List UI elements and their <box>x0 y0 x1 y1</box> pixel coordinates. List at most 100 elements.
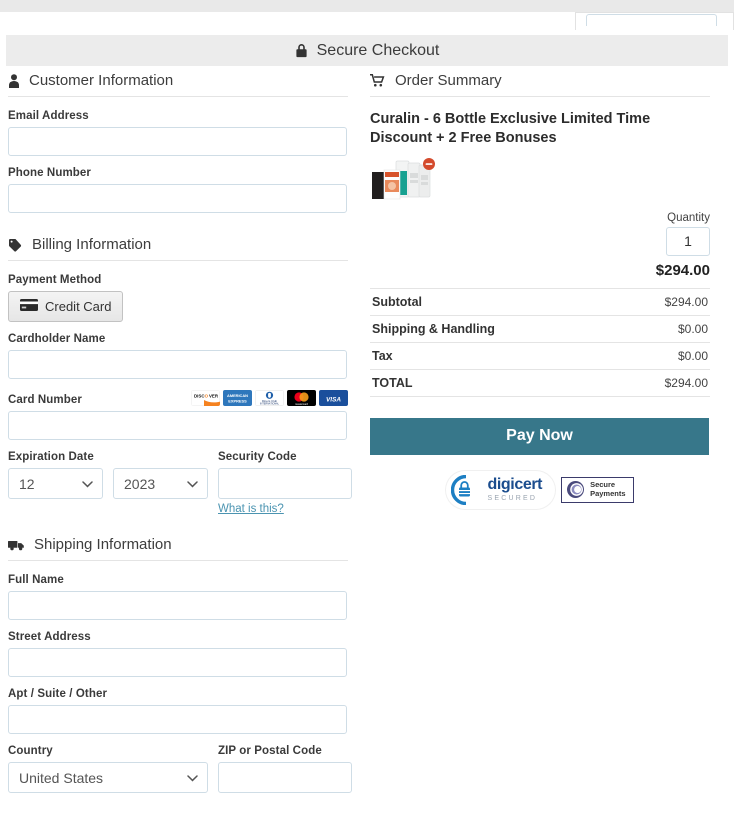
table-row: Shipping & Handling $0.00 <box>370 316 710 343</box>
secure-payments-line2: Payments <box>590 488 626 498</box>
svg-text:O: O <box>205 393 209 398</box>
zip-label: ZIP or Postal Code <box>218 745 322 757</box>
phone-label: Phone Number <box>8 167 91 179</box>
street-address-group: Street Address <box>8 631 348 677</box>
svg-text:AMERICAN: AMERICAN <box>227 393 248 398</box>
zip-group: ZIP or Postal Code <box>218 745 352 793</box>
full-name-group: Full Name <box>8 574 348 620</box>
secure-payments-text: Secure Payments <box>590 480 626 498</box>
credit-card-payment-button[interactable]: Credit Card <box>8 291 124 322</box>
tax-label: Tax <box>372 348 393 363</box>
country-group: Country United States <box>8 745 208 793</box>
checkout-left-column: Customer Information Email Address Phone… <box>8 72 352 793</box>
product-thumbnail <box>370 157 442 202</box>
shipping-information-heading: Shipping Information <box>8 536 348 561</box>
truck-icon <box>8 539 25 551</box>
table-row: Subtotal $294.00 <box>370 289 710 316</box>
diners-club-icon: Diners Club INTERNATIONAL <box>255 390 284 406</box>
full-name-input[interactable] <box>8 591 347 620</box>
visa-icon: VISA <box>319 390 348 406</box>
shipping-handling-value: $0.00 <box>677 321 708 336</box>
exp-month-wrap: 12 <box>8 468 103 499</box>
table-row: TOTAL $294.00 <box>370 370 710 397</box>
svg-text:INTERNATIONAL: INTERNATIONAL <box>260 403 280 406</box>
country-label: Country <box>8 745 53 757</box>
apt-suite-group: Apt / Suite / Other <box>8 688 348 734</box>
secure-payments-badge: Secure Payments <box>561 476 634 503</box>
country-zip-row: Country United States ZIP or Postal Code <box>8 745 352 793</box>
email-field-group: Email Address <box>8 110 348 156</box>
total-value: $294.00 <box>664 375 708 390</box>
security-code-label: Security Code <box>218 451 297 463</box>
cardholder-name-input[interactable] <box>8 350 347 379</box>
street-address-label: Street Address <box>8 631 91 643</box>
payment-method-group: Payment Method Credit Card <box>8 274 348 322</box>
full-name-label: Full Name <box>8 574 64 586</box>
digicert-secured-label: SECURED <box>487 495 538 503</box>
total-label: TOTAL <box>372 375 413 390</box>
svg-text:EXPRESS: EXPRESS <box>228 399 247 404</box>
quantity-block: Quantity $294.00 <box>370 212 710 279</box>
phone-field-group: Phone Number <box>8 167 348 213</box>
expiration-month-select[interactable]: 12 <box>8 468 103 499</box>
svg-text:VER: VER <box>209 393 219 398</box>
discover-icon: DISC O VER <box>191 390 220 406</box>
expiration-date-group: Expiration Date 12 2023 <box>8 451 208 517</box>
quantity-input[interactable] <box>666 226 710 256</box>
email-input[interactable] <box>8 127 347 156</box>
country-wrap: United States <box>8 762 208 793</box>
credit-card-button-label: Credit Card <box>45 299 112 314</box>
exp-year-wrap: 2023 <box>113 468 208 499</box>
lock-icon <box>295 43 308 58</box>
payment-method-label: Payment Method <box>8 274 102 286</box>
expiration-security-row: Expiration Date 12 2023 Security Code Wh… <box>8 451 352 517</box>
zip-input[interactable] <box>218 762 352 793</box>
apt-suite-label: Apt / Suite / Other <box>8 688 108 700</box>
card-number-label: Card Number <box>8 394 82 406</box>
digicert-label: digicert <box>487 476 543 494</box>
cut-off-input-above[interactable] <box>586 14 717 26</box>
order-totals-table: Subtotal $294.00 Shipping & Handling $0.… <box>370 287 710 397</box>
card-number-header-row: Card Number DISC O VER AMERICAN EXPRESS <box>8 390 348 406</box>
expiration-date-label: Expiration Date <box>8 451 94 463</box>
shipping-handling-label: Shipping & Handling <box>372 321 495 336</box>
apt-suite-input[interactable] <box>8 705 347 734</box>
expiration-year-select[interactable]: 2023 <box>113 468 208 499</box>
accepted-card-brands: DISC O VER AMERICAN EXPRESS Diners Club <box>191 390 348 406</box>
secure-checkout-header: Secure Checkout <box>6 35 728 66</box>
checkout-right-column: Order Summary Curalin - 6 Bottle Exclusi… <box>370 72 710 509</box>
user-icon <box>8 73 20 88</box>
shopping-cart-icon <box>370 74 386 87</box>
order-summary-label: Order Summary <box>395 72 502 89</box>
page-top-divider <box>0 0 734 12</box>
checkout-page: Secure Checkout Customer Information Ema… <box>0 0 734 837</box>
country-select[interactable]: United States <box>8 762 208 793</box>
table-row: Tax $0.00 <box>370 343 710 370</box>
cardholder-name-group: Cardholder Name <box>8 333 348 379</box>
pay-now-button[interactable]: Pay Now <box>370 417 709 455</box>
secure-checkout-title: Secure Checkout <box>316 41 440 59</box>
tag-icon <box>8 238 23 252</box>
street-address-input[interactable] <box>8 648 347 677</box>
trust-badges: digicert SECURED Secure Payments <box>370 470 710 509</box>
card-number-input[interactable] <box>8 411 347 440</box>
digicert-text: digicert SECURED <box>487 476 543 503</box>
customer-information-label: Customer Information <box>29 72 174 89</box>
subtotal-label: Subtotal <box>372 294 422 309</box>
card-number-group: Card Number DISC O VER AMERICAN EXPRESS <box>8 390 348 440</box>
security-code-input[interactable] <box>218 468 352 499</box>
product-title: Curalin - 6 Bottle Exclusive Limited Tim… <box>370 111 651 147</box>
tax-value: $0.00 <box>677 348 708 363</box>
phone-input[interactable] <box>8 184 347 213</box>
what-is-this-link[interactable]: What is this? <box>218 503 284 515</box>
amex-icon: AMERICAN EXPRESS <box>223 390 252 406</box>
shipping-information-label: Shipping Information <box>34 536 172 553</box>
billing-information-heading: Billing Information <box>8 236 348 261</box>
security-code-group: Security Code What is this? <box>218 451 352 517</box>
subtotal-value: $294.00 <box>664 294 708 309</box>
line-item-price: $294.00 <box>655 261 710 279</box>
email-label: Email Address <box>8 110 89 122</box>
customer-information-heading: Customer Information <box>8 72 348 97</box>
billing-information-label: Billing Information <box>32 236 152 253</box>
order-summary-heading: Order Summary <box>370 72 710 97</box>
